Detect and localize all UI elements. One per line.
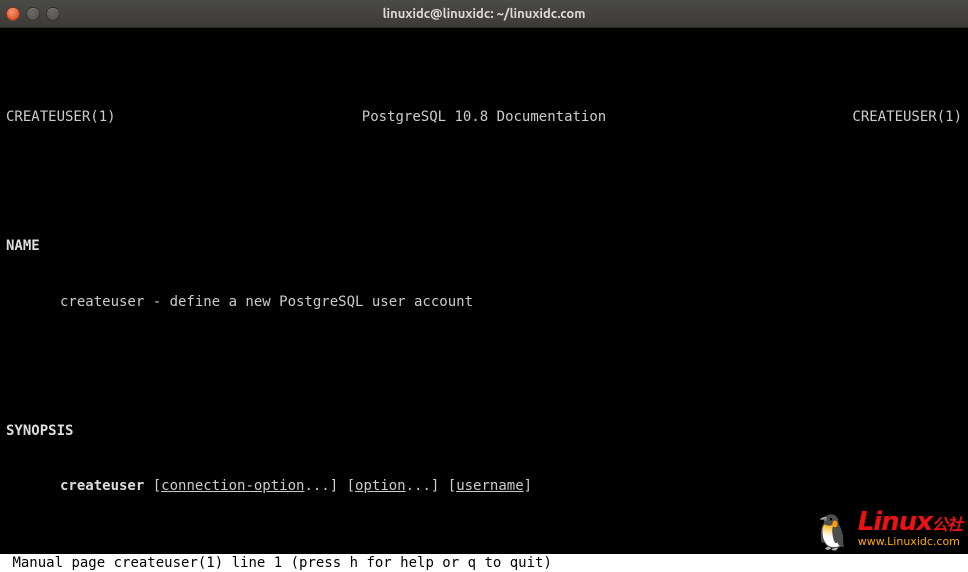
- man-header-right: CREATEUSER(1): [852, 108, 962, 126]
- man-page-content: CREATEUSER(1) PostgreSQL 10.8 Documentat…: [6, 71, 962, 572]
- terminal[interactable]: CREATEUSER(1) PostgreSQL 10.8 Documentat…: [0, 28, 968, 572]
- minimize-icon[interactable]: [26, 7, 40, 21]
- synopsis-option: connection-option: [161, 478, 304, 494]
- man-header-left: CREATEUSER(1): [6, 108, 116, 126]
- section-synopsis: SYNOPSIS: [6, 422, 962, 440]
- synopsis-line: createuser [connection-option...] [optio…: [6, 477, 962, 495]
- name-body: createuser - define a new PostgreSQL use…: [6, 293, 962, 311]
- synopsis-arg: username: [456, 478, 523, 494]
- window-controls: [6, 7, 60, 21]
- section-name: NAME: [6, 237, 962, 255]
- man-statusbar: Manual page createuser(1) line 1 (press …: [0, 554, 968, 572]
- synopsis-option: option: [355, 478, 406, 494]
- man-header-center: PostgreSQL 10.8 Documentation: [362, 108, 606, 126]
- close-icon[interactable]: [6, 7, 20, 21]
- window-titlebar: linuxidc@linuxidc: ~/linuxidc.com: [0, 0, 968, 28]
- maximize-icon[interactable]: [46, 7, 60, 21]
- window-title: linuxidc@linuxidc: ~/linuxidc.com: [0, 7, 968, 21]
- synopsis-cmd: createuser: [60, 478, 144, 494]
